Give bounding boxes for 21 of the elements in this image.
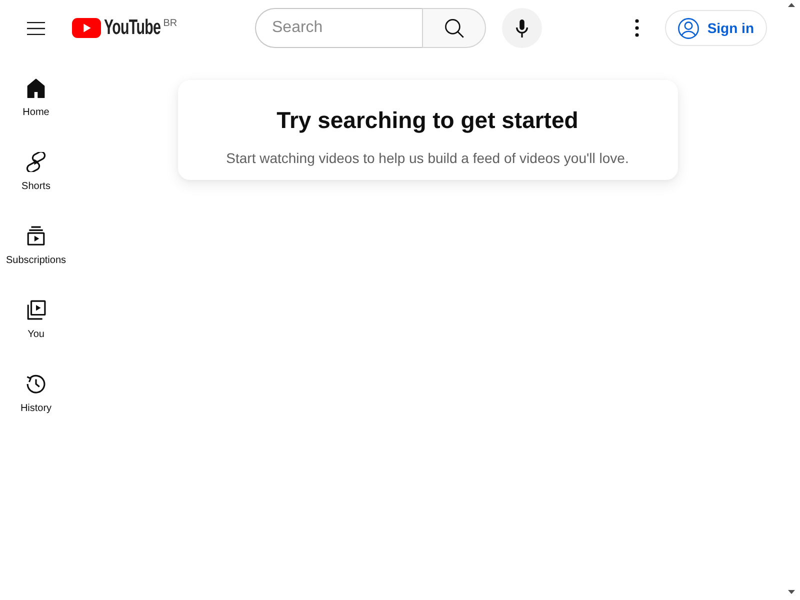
scroll-down-arrow-icon[interactable] <box>788 590 795 594</box>
card-message: Start watching videos to help us build a feed of videos you'll love. <box>226 149 629 168</box>
menu-icon <box>27 22 45 34</box>
play-logo-icon[interactable] <box>72 18 101 38</box>
search-icon <box>444 18 464 38</box>
person-circle-icon <box>678 18 700 38</box>
search-button[interactable] <box>422 8 486 48</box>
sign-in-button[interactable]: Sign in <box>665 10 767 46</box>
sidebar-item[interactable]: You <box>4 282 68 356</box>
sidebar-item[interactable]: Home <box>4 60 68 134</box>
card-title: Try searching to get started <box>276 106 578 135</box>
sidebar-item[interactable]: History <box>4 356 68 430</box>
country-code: BR <box>163 18 178 30</box>
sidebar-item[interactable]: Subscriptions <box>4 208 68 282</box>
microphone-icon <box>516 18 528 38</box>
more-icon <box>635 19 640 37</box>
logo-wordmark[interactable]: YouTube <box>104 16 161 40</box>
scroll-up-arrow-icon[interactable] <box>788 3 795 7</box>
voice-search-button[interactable] <box>502 8 542 48</box>
sidebar-item[interactable]: Shorts <box>4 134 68 208</box>
search-field[interactable]: Search <box>255 8 422 48</box>
